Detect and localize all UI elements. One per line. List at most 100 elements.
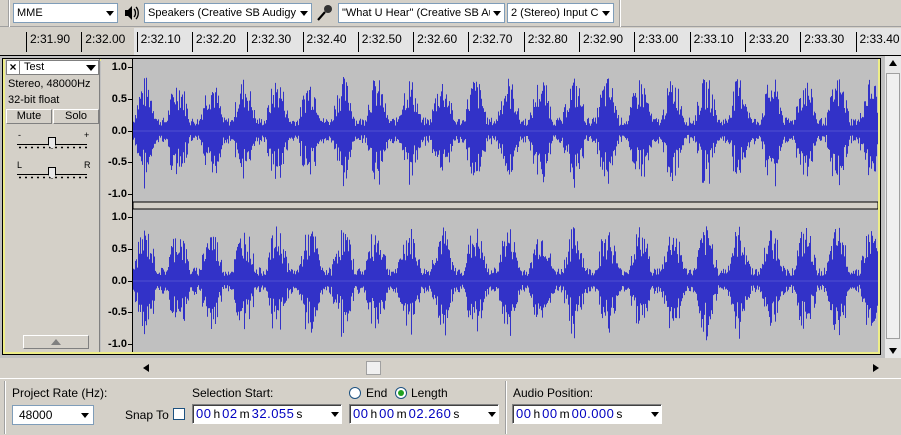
timeline-ruler[interactable]: 2:31.90 2:32.00 2:32.10 2:32.20 2:32.30 2:32.… — [0, 28, 901, 56]
chevron-down-icon[interactable] — [331, 412, 339, 417]
chevron-down-icon — [490, 4, 504, 22]
ruler-tick-label: 2:32.10 — [136, 32, 181, 52]
waveform-display[interactable] — [133, 59, 878, 352]
chevron-down-icon — [297, 4, 311, 22]
microphone-icon — [317, 5, 332, 21]
length-label: Length — [411, 386, 448, 400]
scroll-up-icon[interactable] — [889, 60, 897, 66]
track-format: Stereo, 48000Hz — [8, 78, 91, 90]
project-rate-value: 48000 — [19, 408, 53, 422]
end-label: End — [366, 386, 388, 400]
audio-position-minutes: 00 — [542, 406, 558, 421]
horizontal-scroll-thumb[interactable] — [366, 361, 381, 375]
ruler-tick-label: 2:33.00 — [634, 32, 679, 52]
unit-minutes: m — [559, 407, 570, 421]
amplitude-scale-label: -1.0 — [108, 338, 132, 350]
selection-toolbar: Project Rate (Hz): 48000 Snap To Selecti… — [0, 378, 901, 435]
track-name-button[interactable]: × Test — [6, 60, 99, 75]
vertical-amplitude-scale: 1.0 0.5 0.0 -0.5 -1.0 1.0 0.5 0.0 -0.5 -1.0 — [101, 59, 133, 352]
snap-to-checkbox[interactable] — [173, 408, 185, 420]
input-device-select[interactable]: "What U Hear" (Creative SB Au — [338, 3, 505, 23]
ruler-tick-label: 2:32.30 — [247, 32, 292, 52]
length-radio[interactable] — [395, 387, 407, 399]
selection-start-minutes: 02 — [222, 406, 238, 421]
mute-button[interactable]: Mute — [6, 109, 52, 124]
track-bit-depth: 32-bit float — [8, 94, 60, 106]
ruler-tick-label: 2:33.10 — [689, 32, 734, 52]
amplitude-scale-label: -0.5 — [108, 156, 132, 169]
ruler-tick-label: 2:32.80 — [523, 32, 568, 52]
vertical-scrollbar[interactable] — [885, 56, 901, 358]
ruler-tick-label: 2:32.60 — [413, 32, 458, 52]
speaker-icon — [125, 6, 139, 20]
toolbar-separator — [619, 0, 621, 27]
audio-position-hours: 00 — [516, 406, 532, 421]
ruler-tick-label: 2:32.40 — [302, 32, 347, 52]
ruler-tick-label: 2:33.40 — [855, 32, 900, 52]
audio-host-value: MME — [17, 7, 43, 19]
audio-position-seconds: 00.000 — [571, 406, 615, 421]
amplitude-scale-label: 0.5 — [111, 92, 133, 105]
audio-position-field[interactable]: 00 h 00 m 00.000 s — [512, 404, 662, 424]
unit-seconds: s — [616, 407, 623, 421]
selection-start-label: Selection Start: — [192, 386, 274, 400]
ruler-tick-label: 2:33.30 — [800, 32, 845, 52]
unit-minutes: m — [396, 407, 407, 421]
selection-start-seconds: 32.055 — [251, 406, 295, 421]
output-device-select[interactable]: Speakers (Creative SB Audigy — [144, 3, 312, 23]
amplitude-scale-label: 1.0 — [111, 61, 133, 73]
unit-hours: h — [213, 407, 221, 421]
close-icon[interactable]: × — [7, 61, 20, 74]
audio-position-label: Audio Position: — [513, 386, 594, 400]
snap-to-label: Snap To — [125, 408, 169, 422]
selection-length-field[interactable]: 00 h 00 m 02.260 s — [349, 404, 499, 424]
chevron-down-icon — [81, 413, 89, 418]
selection-start-hours: 00 — [196, 406, 212, 421]
unit-minutes: m — [239, 407, 250, 421]
device-toolbar: MME Speakers (Creative SB Audigy "What U… — [0, 0, 901, 27]
channel-separator — [133, 201, 878, 210]
track-control-panel[interactable]: × Test Stereo, 48000Hz 32-bit float Mute… — [5, 59, 100, 352]
ruler-tick-label: 2:31.90 — [25, 32, 71, 52]
horizontal-scrollbar[interactable] — [133, 360, 885, 376]
unit-hours: h — [370, 407, 378, 421]
chevron-down-icon — [103, 4, 117, 22]
amplitude-scale-label: 1.0 — [111, 211, 133, 223]
unit-seconds: s — [296, 407, 303, 421]
audio-host-select[interactable]: MME — [13, 3, 118, 23]
chevron-down-icon[interactable] — [488, 412, 496, 417]
selection-length-seconds: 02.260 — [408, 406, 452, 421]
input-channels-select[interactable]: 2 (Stereo) Input C — [507, 3, 614, 23]
input-channels-value: 2 (Stereo) Input C — [511, 7, 599, 19]
selection-length-minutes: 00 — [379, 406, 395, 421]
triangle-up-icon[interactable] — [23, 335, 89, 349]
scroll-left-icon[interactable] — [143, 364, 149, 372]
amplitude-scale-label: -1.0 — [108, 188, 132, 200]
ruler-tick-label: 2:32.00 — [81, 32, 126, 52]
gain-slider[interactable] — [17, 137, 87, 149]
amplitude-scale-label: 0.0 — [111, 124, 133, 137]
project-rate-label: Project Rate (Hz): — [12, 386, 108, 400]
chevron-down-icon[interactable] — [651, 412, 659, 417]
input-device-value: "What U Hear" (Creative SB Au — [342, 7, 492, 19]
ruler-tick-label: 2:32.70 — [468, 32, 513, 52]
amplitude-scale-label: -0.5 — [108, 306, 132, 319]
chevron-down-icon[interactable] — [86, 65, 96, 71]
project-rate-select[interactable]: 48000 — [12, 405, 94, 425]
vertical-scroll-thumb[interactable] — [886, 73, 900, 339]
chevron-down-icon — [599, 4, 613, 22]
selection-start-field[interactable]: 00 h 02 m 32.055 s — [192, 404, 342, 424]
solo-button[interactable]: Solo — [53, 109, 99, 124]
amplitude-scale-label: 0.5 — [111, 242, 133, 255]
unit-hours: h — [533, 407, 541, 421]
pan-slider[interactable] — [17, 167, 87, 179]
toolbar-grip[interactable] — [8, 0, 10, 27]
toolbar-grip[interactable] — [4, 381, 6, 434]
ruler-tick-label: 2:33.20 — [744, 32, 789, 52]
unit-seconds: s — [453, 407, 460, 421]
scroll-right-icon[interactable] — [873, 364, 879, 372]
end-radio[interactable] — [349, 387, 361, 399]
selection-length-hours: 00 — [353, 406, 369, 421]
ruler-tick-label: 2:32.90 — [578, 32, 624, 52]
scroll-down-icon[interactable] — [889, 348, 897, 354]
